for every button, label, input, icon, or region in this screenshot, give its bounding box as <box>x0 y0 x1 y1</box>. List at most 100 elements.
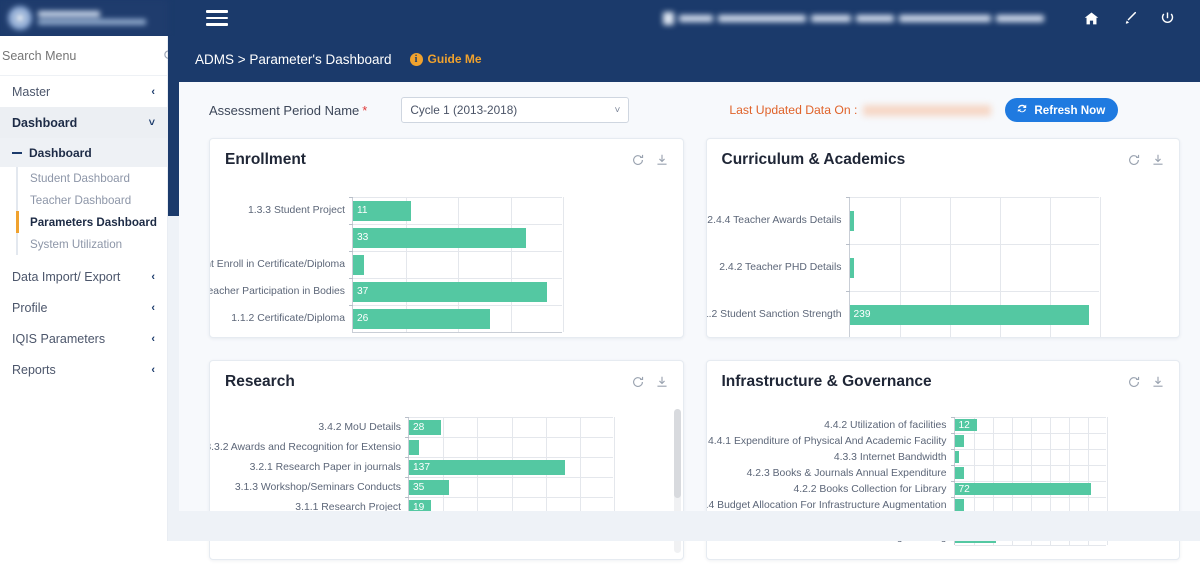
power-logout-icon[interactable] <box>1148 0 1186 36</box>
theme-brush-icon[interactable] <box>1110 0 1148 36</box>
refresh-icon[interactable] <box>631 153 645 167</box>
sidebar-item-teacher-dashboard[interactable]: Teacher Dashboard <box>18 189 167 211</box>
sidebar-toggle-button[interactable] <box>190 0 244 36</box>
category-label: 3.1.3 Workshop/Seminars Conducts <box>210 477 408 497</box>
x-axis-tick-label: 10 <box>399 336 411 337</box>
assessment-period-select[interactable]: Cycle 1 (2013-2018) ˅ <box>401 97 629 123</box>
sidebar-item-label: Student Dashboard <box>30 172 130 185</box>
refresh-icon[interactable] <box>1127 375 1141 389</box>
bar[interactable]: 28 <box>409 420 441 435</box>
bar[interactable] <box>850 211 854 231</box>
axis-tick <box>951 481 955 482</box>
panel-bottom-strip <box>179 511 1200 541</box>
bar[interactable]: 12 <box>955 419 978 431</box>
logo-wordmark <box>38 11 146 25</box>
chart-card-header: Research <box>210 361 683 403</box>
sidebar-search-row <box>0 36 167 76</box>
axis-tick <box>405 497 409 498</box>
x-axis-tick-label: 40 <box>556 336 568 337</box>
gridline-horizontal <box>850 197 1099 198</box>
bar[interactable] <box>353 255 364 275</box>
sidebar-item-system-utilization[interactable]: System Utilization <box>18 233 167 255</box>
category-label: 3.2.1 Research Paper in journals <box>210 457 408 477</box>
chart-card-actions <box>1127 153 1165 167</box>
bar[interactable]: 72 <box>955 483 1092 495</box>
info-icon: i <box>410 53 423 66</box>
download-icon[interactable] <box>655 153 669 167</box>
gridline-vertical <box>511 197 512 332</box>
gridline-horizontal <box>353 251 562 252</box>
bar[interactable]: 137 <box>409 460 565 475</box>
sidebar-item-master[interactable]: Master ‹ <box>0 76 167 107</box>
bar[interactable] <box>955 467 965 479</box>
sidebar-item-reports[interactable]: Reports ‹ <box>0 354 167 385</box>
user-avatar-icon <box>663 12 674 25</box>
category-label: 4.2.3 Books & Journals Annual Expenditur… <box>707 465 954 481</box>
chart-title: Research <box>225 373 295 391</box>
last-updated-label: Last Updated Data On : <box>729 103 857 117</box>
chart-card-actions <box>1127 375 1165 389</box>
sidebar-item-dashboard[interactable]: Dashboard ˅ <box>0 107 167 138</box>
breadcrumb: ADMS > Parameter's Dashboard <box>195 52 392 67</box>
gridline-horizontal <box>409 437 613 438</box>
category-axis-labels: 2.4.4 Teacher Awards Details2.4.2 Teache… <box>707 197 849 337</box>
gridline-horizontal <box>353 224 562 225</box>
bar[interactable]: 37 <box>353 282 547 302</box>
axis-tick <box>846 197 850 198</box>
axis-tick <box>951 449 955 450</box>
dashboard-page: Master ‹ Dashboard ˅ Dashboard Student D… <box>0 0 1200 571</box>
refresh-icon[interactable] <box>1127 153 1141 167</box>
bar[interactable]: 239 <box>850 305 1089 325</box>
axis-tick <box>405 417 409 418</box>
minus-icon <box>12 152 22 154</box>
bar[interactable] <box>409 440 419 455</box>
chart-card-actions <box>631 153 669 167</box>
category-label: 4.3.3 Internet Bandwidth <box>707 449 954 465</box>
axis-tick <box>951 417 955 418</box>
chevron-left-icon: ‹ <box>151 86 155 98</box>
logo-emblem-icon <box>8 6 32 30</box>
bar[interactable] <box>850 258 854 278</box>
guide-me-label: Guide Me <box>428 52 482 66</box>
top-header-bar <box>0 0 1200 36</box>
sidebar-item-student-dashboard[interactable]: Student Dashboard <box>18 167 167 189</box>
sidebar-item-label: System Utilization <box>30 238 122 251</box>
sidebar-item-label: Data Import/ Export <box>12 270 120 284</box>
bar[interactable]: 11 <box>353 201 411 221</box>
sidebar-dashboard-children: Student Dashboard Teacher Dashboard Para… <box>16 167 167 255</box>
breadcrumb-bar: ADMS > Parameter's Dashboard i Guide Me <box>179 36 1200 82</box>
download-icon[interactable] <box>1151 375 1165 389</box>
axis-tick <box>405 477 409 478</box>
bar[interactable] <box>955 451 959 463</box>
sidebar-subgroup-dashboard[interactable]: Dashboard <box>0 138 167 167</box>
sidebar-item-data-import-export[interactable]: Data Import/ Export ‹ <box>0 261 167 292</box>
axis-tick <box>349 278 353 279</box>
gridline-horizontal <box>409 497 613 498</box>
chart-title: Infrastructure & Governance <box>722 373 932 391</box>
category-label <box>210 224 352 251</box>
bar[interactable]: 35 <box>409 480 449 495</box>
gridline-horizontal <box>409 457 613 458</box>
refresh-icon[interactable] <box>631 375 645 389</box>
sidebar-item-profile[interactable]: Profile ‹ <box>0 292 167 323</box>
bar[interactable]: 26 <box>353 309 490 329</box>
chart-title: Curriculum & Academics <box>722 151 906 169</box>
guide-me-link[interactable]: i Guide Me <box>410 52 482 66</box>
sidebar-item-parameters-dashboard[interactable]: Parameters Dashboard <box>18 211 167 233</box>
bar[interactable] <box>955 435 965 447</box>
axis-tick <box>951 497 955 498</box>
sidebar-item-iqis-parameters[interactable]: IQIS Parameters ‹ <box>0 323 167 354</box>
refresh-now-button[interactable]: Refresh Now <box>1005 98 1118 122</box>
chevron-left-icon: ‹ <box>151 333 155 345</box>
download-icon[interactable] <box>655 375 669 389</box>
home-icon[interactable] <box>1072 0 1110 36</box>
download-icon[interactable] <box>1151 153 1165 167</box>
search-input[interactable] <box>0 49 163 63</box>
bar[interactable] <box>955 499 965 511</box>
category-label: 3.3.2 Awards and Recognition for Extensi… <box>210 437 408 457</box>
bar[interactable]: 33 <box>353 228 526 248</box>
sidebar-item-label: Reports <box>12 363 56 377</box>
sidebar-item-label: Teacher Dashboard <box>30 194 131 207</box>
gridline-horizontal <box>955 465 1106 466</box>
sidebar-navigation: Master ‹ Dashboard ˅ Dashboard Student D… <box>0 36 168 541</box>
